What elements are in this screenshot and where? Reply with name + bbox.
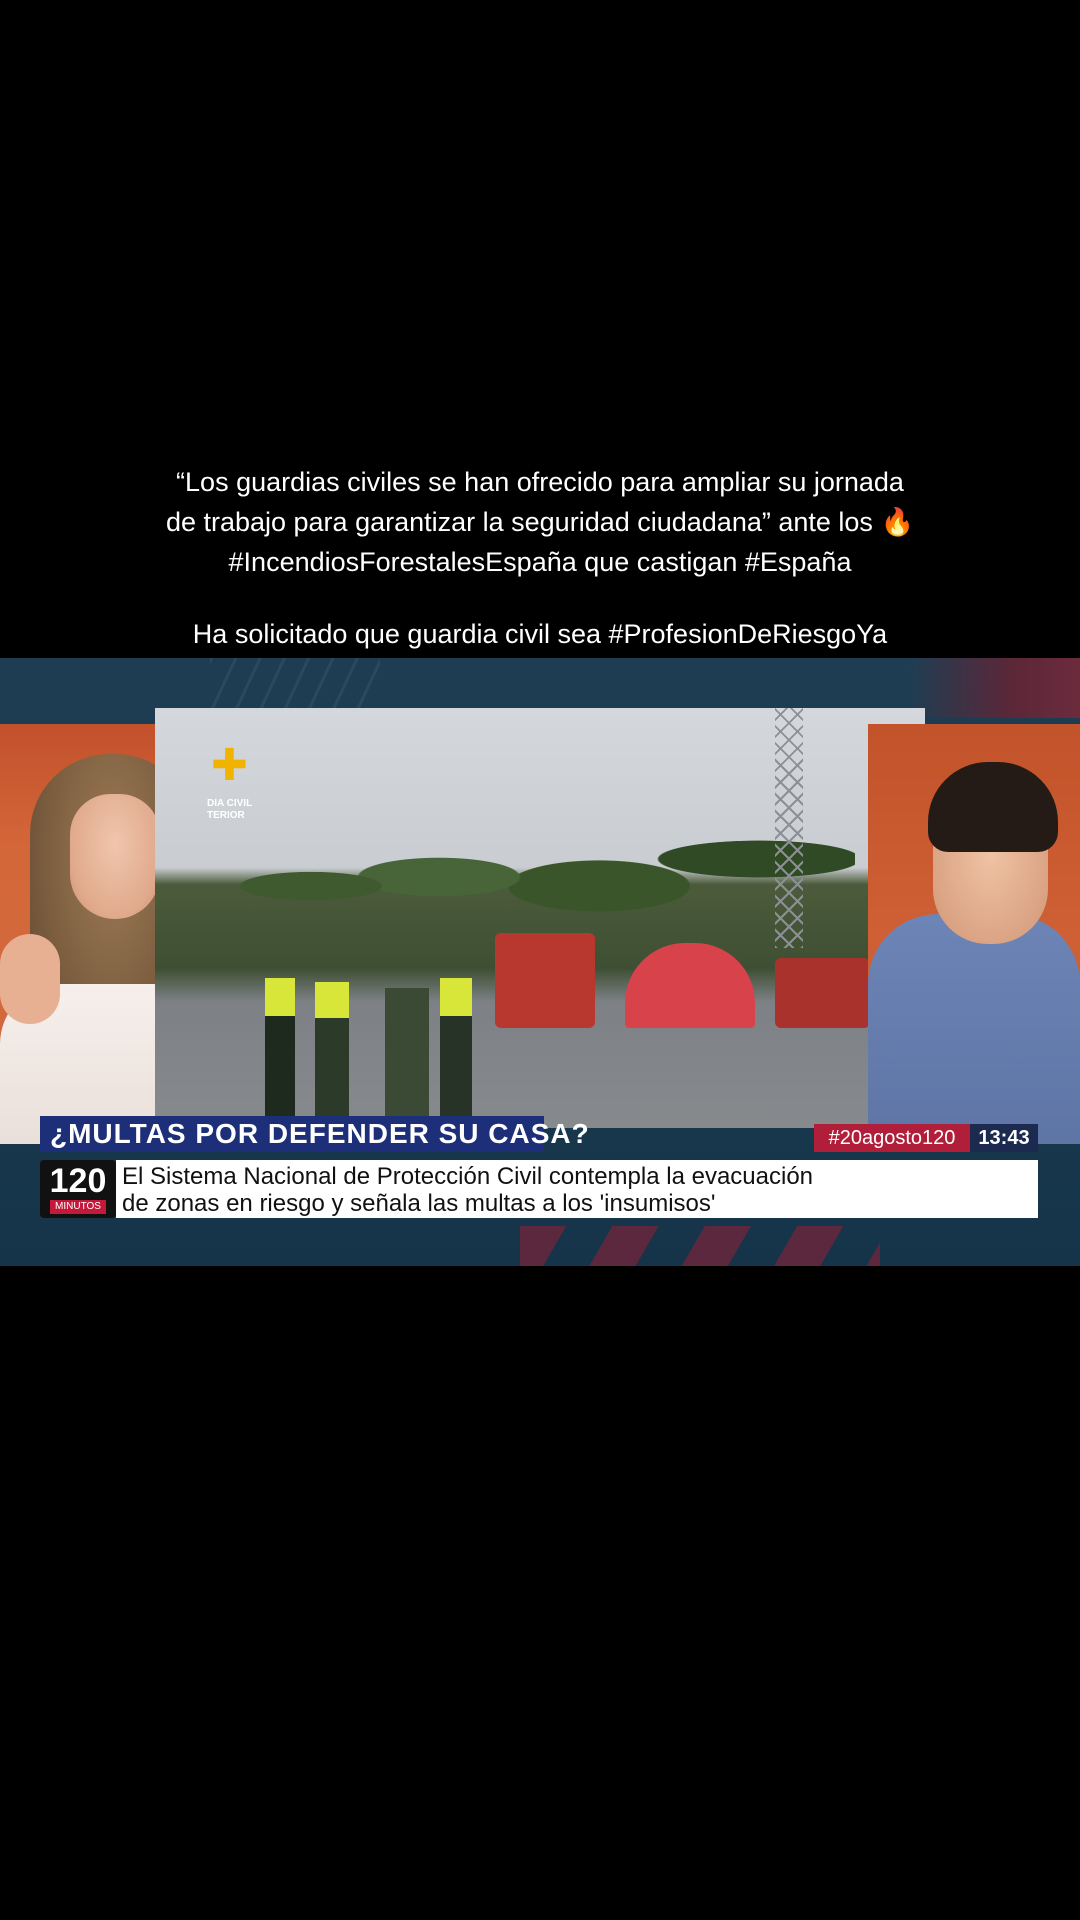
ticker-line-2: de zonas en riesgo y señala las multas a… <box>122 1190 716 1217</box>
fire-emoji-icon: 🔥 <box>880 507 915 537</box>
caption-line-4: Ha solicitado que guardia civil sea #Pro… <box>192 619 888 649</box>
channel-logo-number: 120 <box>49 1162 107 1200</box>
guardia-civil-officers <box>255 938 485 1128</box>
antenna-tower <box>775 708 803 948</box>
caption-line-2: de trabajo para garantizar la seguridad … <box>40 502 1040 542</box>
caption-line-2-text: de trabajo para garantizar la seguridad … <box>165 507 873 537</box>
channel-logo: 120 MINUTOS <box>40 1160 116 1218</box>
footage-logo-text: DIA CIVIL TERIOR <box>207 798 253 821</box>
video-player[interactable]: ✚ DIA CIVIL TERIOR ¿MULTAS POR DEFENDER … <box>0 658 1080 1266</box>
headline-banner: ¿MULTAS POR DEFENDER SU CASA? <box>40 1116 589 1152</box>
caption-line-1: “Los guardias civiles se han ofrecido pa… <box>176 467 904 497</box>
guest-image <box>868 724 1080 1144</box>
graphic-accent <box>520 1226 880 1266</box>
fire-truck <box>775 958 870 1028</box>
caption-text: “Los guardias civiles se han ofrecido pa… <box>40 462 1040 654</box>
fire-truck <box>495 933 595 1028</box>
news-ticker: El Sistema Nacional de Protección Civil … <box>116 1160 1038 1218</box>
channel-logo-word: MINUTOS <box>50 1200 106 1214</box>
hashtag-badge: #20agosto120 <box>814 1124 970 1152</box>
graphic-stripe <box>910 658 1080 718</box>
caption-line-3: #IncendiosForestalesEspaña que castigan … <box>228 547 852 577</box>
ticker-line-1: El Sistema Nacional de Protección Civil … <box>122 1163 814 1190</box>
news-footage: ✚ DIA CIVIL TERIOR <box>155 708 925 1128</box>
clock-badge: 13:43 <box>970 1124 1038 1152</box>
